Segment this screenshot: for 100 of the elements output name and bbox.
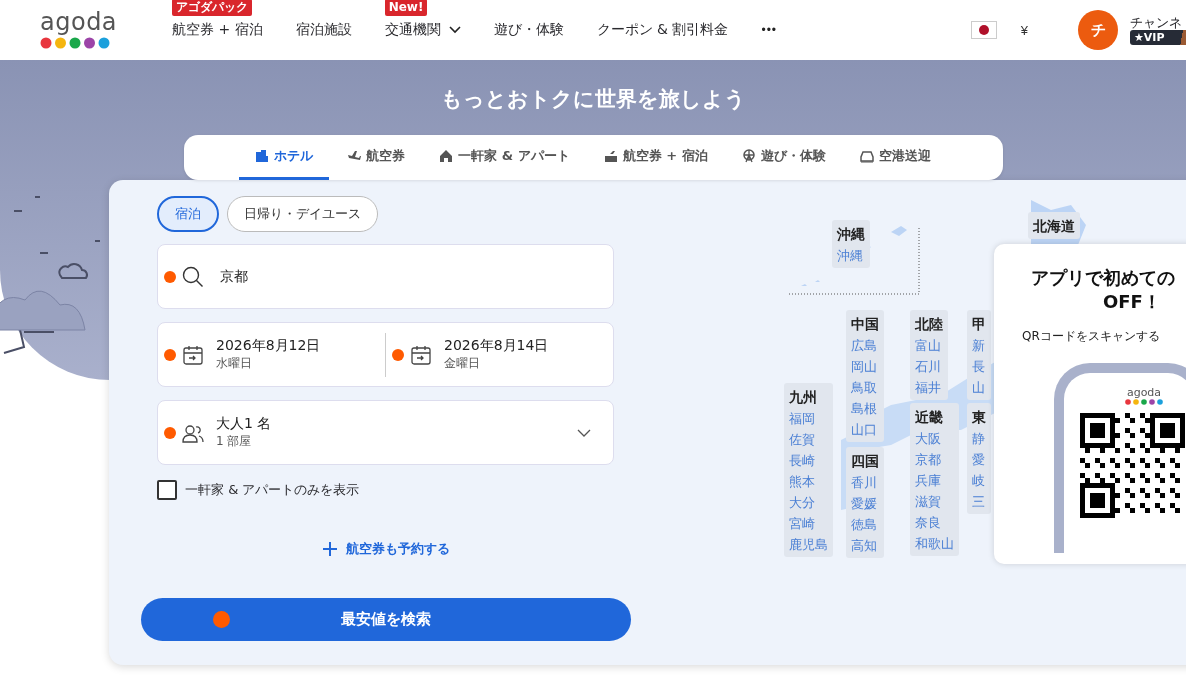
agoda-logo-text[interactable]: agoda [40,11,118,33]
product-tab[interactable]: 航空券 [331,135,422,180]
prefecture-link[interactable]: 熊本 [789,471,828,492]
region-name: 沖縄 [837,225,865,244]
region-name: 甲 [972,315,986,334]
prefecture-link[interactable]: 愛 [972,449,986,470]
prefecture-link[interactable]: 富山 [915,335,943,356]
prefecture-link[interactable]: 岐 [972,470,986,491]
promo-subtitle: QRコードをスキャンする [1022,328,1160,345]
prefecture-link[interactable]: 大分 [789,492,828,513]
date-field[interactable]: 2026年8月14日 金曜日 [386,332,613,377]
indicator-dot-icon [164,426,176,439]
nav-badge: アゴダパック [172,0,252,16]
prefecture-link[interactable]: 奈良 [915,512,954,533]
logo-dots-icon [40,37,110,49]
prefecture-link[interactable]: 長崎 [789,450,828,471]
nav-badge: New! [384,0,428,16]
prefecture-link[interactable]: 福岡 [789,408,828,429]
prefecture-link[interactable]: 香川 [851,472,879,493]
stay-type-toggle[interactable]: 日帰り・デイユース [227,196,378,232]
prefecture-link[interactable]: 京都 [915,449,954,470]
prefecture-link[interactable]: 大阪 [915,428,954,449]
calendar-out-icon [410,343,432,366]
prefecture-link[interactable]: 石川 [915,356,943,377]
prefecture-link[interactable]: 宮崎 [789,513,828,534]
prefecture-link[interactable]: 山口 [851,419,879,440]
checkbox-label: 一軒家 & アパートのみを表示 [185,481,360,499]
currency-button[interactable]: ¥ [1020,22,1028,38]
destination-value: 京都 [220,267,248,286]
product-tab[interactable]: 空港送迎 [843,135,947,180]
search-button[interactable]: 最安値を検索 [141,598,631,641]
indicator-dot-icon [164,348,176,361]
plus-icon [321,541,338,557]
guests-field[interactable]: 大人1 名 1 部屋 [157,400,614,465]
prefecture-link[interactable]: 徳島 [851,514,879,535]
prefecture-link[interactable]: 福井 [915,377,943,398]
car-icon [859,149,874,163]
prefecture-link[interactable]: 新 [972,335,986,356]
weekday-text: 金曜日 [444,355,481,372]
ferris-wheel-icon [741,149,756,163]
nav-link[interactable]: 交通機関 [384,21,461,39]
guests-value: 大人1 名 [216,415,272,433]
calendar-in-icon [182,343,204,366]
product-tab[interactable]: 遊び・体験 [725,135,842,180]
prefecture-link[interactable]: 滋賀 [915,491,954,512]
building-icon [255,149,270,163]
region-name: 東 [972,408,986,427]
region-name: 北海道 [1033,217,1075,236]
prefecture-link[interactable]: 兵庫 [915,470,954,491]
building-plane-icon [603,149,618,163]
promo-title: OFF！ [1103,290,1161,314]
hero-title: もっとおトクに世界を旅しよう [440,86,746,112]
prefecture-link[interactable]: 長 [972,356,986,377]
user-name[interactable]: チャンネ [1130,15,1186,30]
prefecture-link[interactable]: 鹿児島 [789,534,828,555]
more-menu-button[interactable]: ••• [761,23,778,37]
region-name: 近畿 [915,408,944,427]
chevron-down-icon [577,428,591,437]
date-value: 2026年8月14日 [444,337,549,355]
logo-dots-icon [1125,399,1163,405]
date-field[interactable]: 2026年8月12日 水曜日 [158,332,386,377]
prefecture-link[interactable]: 山 [972,377,986,398]
prefecture-link[interactable]: 佐賀 [789,429,828,450]
chevron-down-icon [448,26,461,34]
search-icon [182,265,204,288]
airplane-icon [347,149,362,163]
prefecture-link[interactable]: 広島 [851,335,879,356]
region-name: 四国 [851,452,879,471]
weekday-text: 水曜日 [216,355,253,372]
prefecture-link[interactable]: 鳥取 [851,377,879,398]
rooms-value: 1 部屋 [216,433,253,450]
homes-only-checkbox[interactable] [157,480,177,500]
region-name: 九州 [789,388,818,407]
indicator-dot-icon [392,348,404,361]
promo-title: アプリで初めての [1031,266,1175,290]
prefecture-link[interactable]: 静 [972,428,986,449]
prefecture-link[interactable]: 三 [972,491,986,512]
japan-flag-icon[interactable] [970,21,997,39]
prefecture-link[interactable]: 岡山 [851,356,879,377]
region-name: 中国 [851,315,879,334]
nav-link[interactable]: クーポン & 割引料金 [596,21,729,39]
product-tab[interactable]: 一軒家 & アパート [423,135,586,180]
product-tab[interactable]: 航空券 + 宿泊 [587,135,724,180]
prefecture-link[interactable]: 和歌山 [915,533,954,554]
qr-code-icon [1079,413,1185,518]
vip-badge: ★VIP [1130,30,1186,45]
add-flight-link[interactable]: 航空券も予約する [321,540,450,558]
stay-type-toggle[interactable]: 宿泊 [157,196,219,232]
nav-link[interactable]: 宿泊施設 [295,21,352,39]
prefecture-link[interactable]: 島根 [851,398,879,419]
user-avatar[interactable]: チ [1078,10,1118,50]
prefecture-link[interactable]: 高知 [851,535,879,556]
indicator-dot-icon [164,270,176,283]
phone-logo-text: agoda [1126,387,1162,399]
nav-link[interactable]: 遊び・体験 [493,21,564,39]
nav-link[interactable]: 航空券 + 宿泊 [172,21,263,39]
date-value: 2026年8月12日 [216,337,321,355]
prefecture-link[interactable]: 沖縄 [837,245,865,266]
destination-field[interactable]: 京都 [157,244,614,309]
prefecture-link[interactable]: 愛媛 [851,493,879,514]
